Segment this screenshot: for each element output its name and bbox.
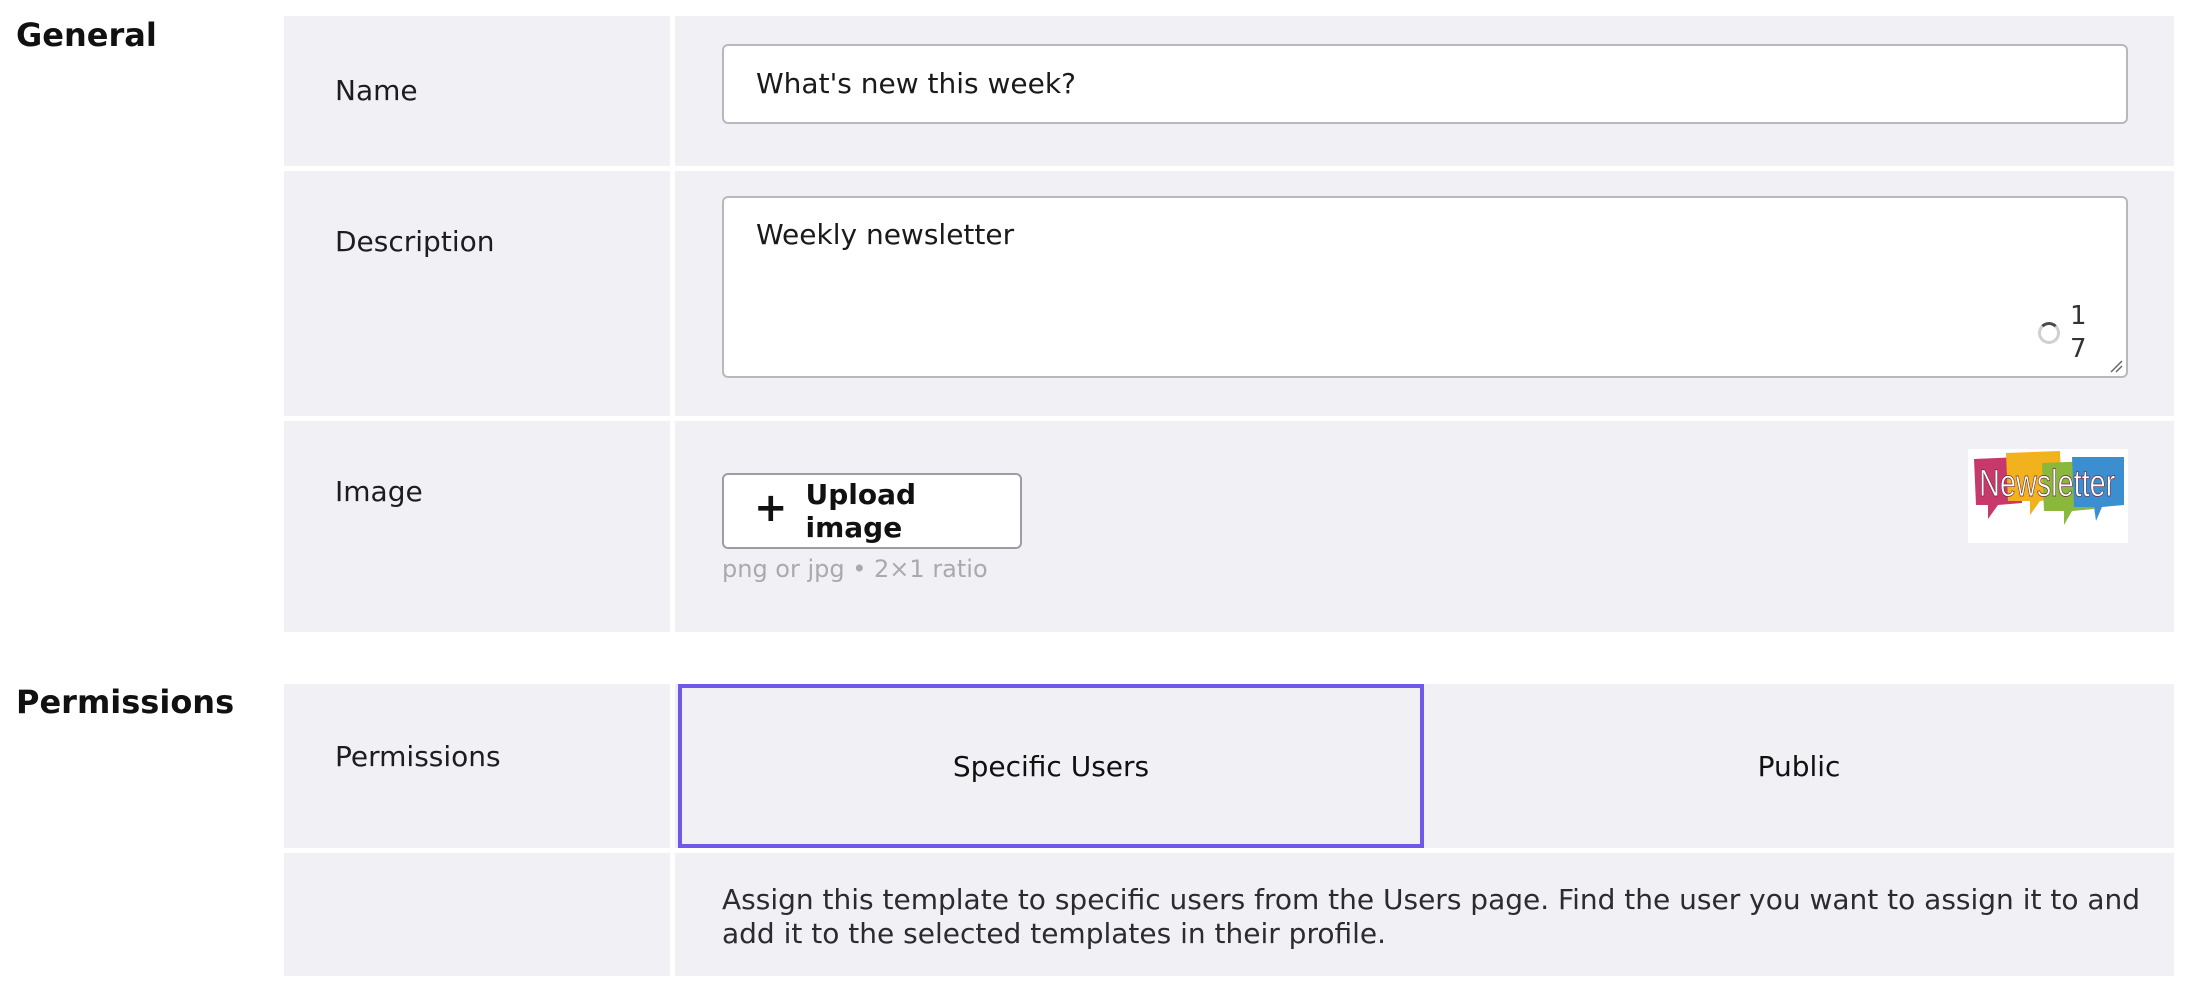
permissions-panel: Permissions Specific Users Public Assign… (284, 684, 2174, 976)
image-row: Image + Upload image png or jpg • 2×1 ra… (284, 421, 2174, 632)
permissions-heading: Permissions (16, 683, 235, 721)
name-row: Name What's new this week? (284, 16, 2174, 166)
permissions-help-row: Assign this template to specific users f… (284, 853, 2174, 976)
description-row: Description Weekly newsletter 17 (284, 171, 2174, 416)
progress-ring-icon (2038, 322, 2060, 344)
newsletter-logo-text: Newsletter (1979, 462, 2115, 505)
character-count: 17 (2070, 301, 2087, 364)
general-heading: General (16, 16, 157, 54)
permissions-help-text: Assign this template to specific users f… (722, 883, 2141, 950)
column-divider (670, 853, 675, 976)
resize-handle-icon[interactable] (2109, 359, 2123, 373)
upload-image-button[interactable]: + Upload image (722, 473, 1022, 549)
specific-users-option[interactable]: Specific Users (678, 684, 1424, 848)
permissions-row: Permissions Specific Users Public (284, 684, 2174, 848)
column-divider (670, 16, 675, 166)
name-input[interactable]: What's new this week? (722, 44, 2128, 124)
general-panel: Name What's new this week? Description W… (284, 16, 2174, 632)
description-textarea[interactable]: Weekly newsletter 17 (722, 196, 2128, 378)
name-label-cell: Name (284, 16, 670, 166)
public-option[interactable]: Public (1424, 684, 2174, 848)
column-divider (670, 684, 675, 848)
name-input-value: What's new this week? (756, 67, 1076, 100)
description-textarea-value: Weekly newsletter (756, 218, 1015, 251)
name-label: Name (335, 74, 418, 107)
newsletter-logo-image: Newsletter (1968, 449, 2128, 543)
plus-icon: + (754, 485, 788, 531)
public-option-label: Public (1757, 749, 1841, 783)
specific-users-option-label: Specific Users (952, 749, 1150, 783)
template-settings-page: General Name What's new this week? Descr… (0, 0, 2192, 998)
description-label: Description (335, 225, 495, 258)
permissions-label-cell: Permissions (284, 684, 670, 848)
empty-label-cell (284, 853, 670, 976)
permissions-label: Permissions (335, 740, 501, 773)
upload-image-label: Upload image (805, 478, 917, 544)
image-preview: Newsletter (1968, 449, 2128, 543)
character-counter: 17 (2038, 300, 2087, 366)
description-label-cell: Description (284, 171, 670, 416)
image-label-cell: Image (284, 421, 670, 632)
column-divider (670, 421, 675, 632)
image-label: Image (335, 475, 423, 508)
upload-hint: png or jpg • 2×1 ratio (722, 555, 988, 583)
column-divider (670, 171, 675, 416)
